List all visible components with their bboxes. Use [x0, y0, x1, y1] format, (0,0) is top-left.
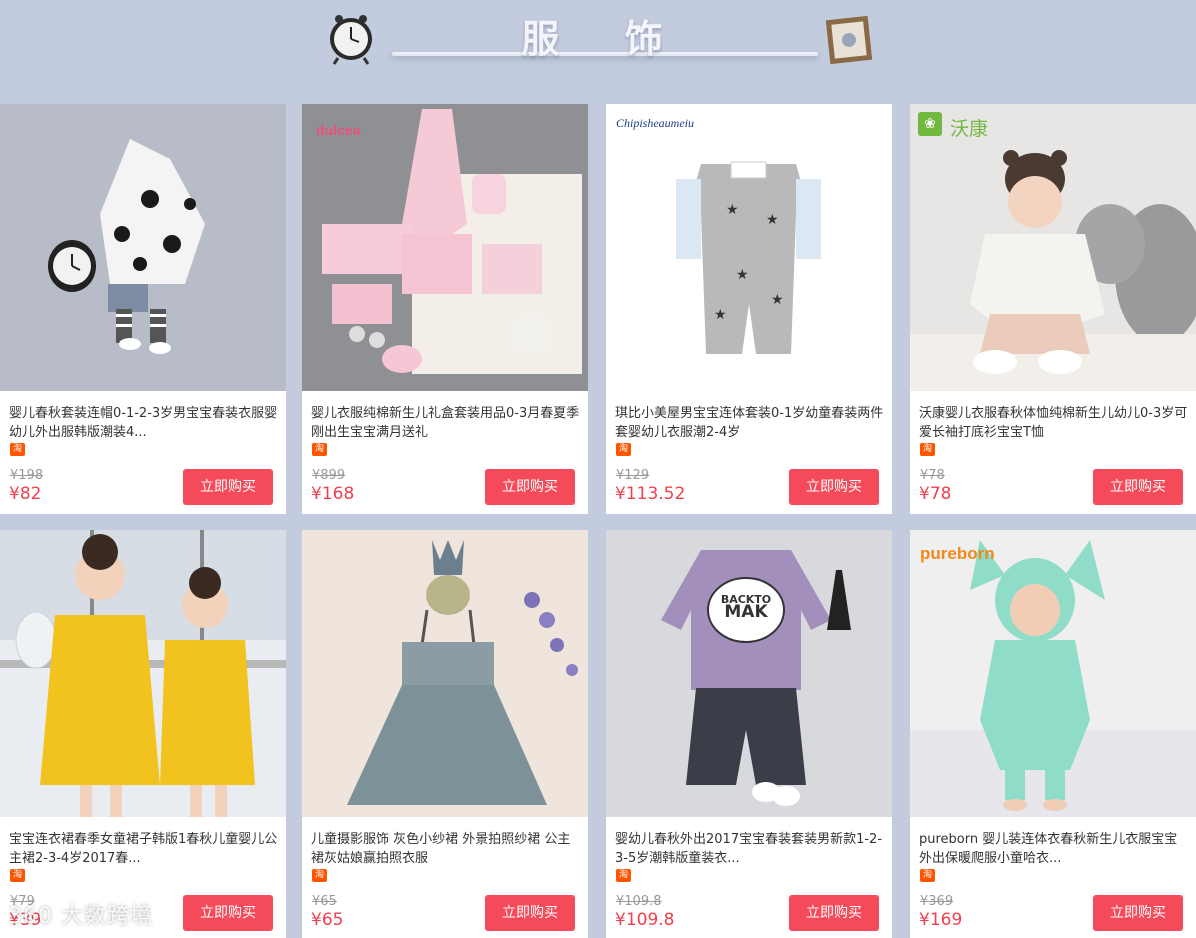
alarm-clock-decoration [326, 12, 376, 66]
original-price: ¥78 [920, 468, 945, 483]
product-image[interactable]: pureborn [910, 530, 1196, 817]
product-image[interactable]: dulcea [302, 104, 588, 391]
shirt-print-text: BACKTO MAK [720, 593, 772, 622]
svg-text:★: ★ [766, 212, 779, 228]
product-card[interactable]: ❀ 沃康 沃康婴儿衣服春秋体恤纯棉新生儿幼儿0-3岁可爱长袖打底衫宝宝T恤 淘 … [910, 104, 1196, 514]
buy-now-button[interactable]: 立即购买 [183, 895, 273, 931]
buy-now-button[interactable]: 立即购买 [1093, 895, 1183, 931]
picture-frame-decoration [824, 14, 874, 66]
product-title[interactable]: pureborn 婴儿装连体衣春秋新生儿衣服宝宝外出保暖爬服小童哈衣... [919, 830, 1189, 868]
taobao-icon: 淘 [312, 443, 327, 456]
product-title[interactable]: 儿童摄影服饰 灰色小纱裙 外景拍照纱裙 公主裙灰姑娘赢拍照衣服 [311, 830, 581, 868]
watermark: 360 大数跨境 [8, 904, 153, 929]
svg-text:★: ★ [714, 307, 727, 323]
product-card[interactable]: dulcea 婴儿衣服纯棉新生儿礼盒套装用品0-3月春夏季 刚出生宝宝满月送礼 … [302, 104, 588, 514]
buy-now-button[interactable]: 立即购买 [1093, 469, 1183, 505]
original-price: ¥65 [312, 894, 337, 909]
svg-text:★: ★ [726, 202, 739, 218]
product-title[interactable]: 婴儿衣服纯棉新生儿礼盒套装用品0-3月春夏季 刚出生宝宝满月送礼 [311, 404, 581, 442]
product-title[interactable]: 婴幼儿春秋外出2017宝宝春装套装男新款1-2-3-5岁潮韩版童装衣... [615, 830, 885, 868]
original-price: ¥109.8 [616, 894, 662, 909]
svg-text:★: ★ [736, 267, 749, 283]
product-card[interactable]: ★ ★ ★ ★ ★ Chipisheaumeiu 琪比小美屋男宝宝连体套装0-1… [606, 104, 892, 514]
product-card[interactable]: pureborn pureborn 婴儿装连体衣春秋新生儿衣服宝宝外出保暖爬服小… [910, 530, 1196, 938]
sale-price: ¥169 [919, 910, 963, 930]
buy-now-button[interactable]: 立即购买 [485, 895, 575, 931]
product-title[interactable]: 宝宝连衣裙春季女童裙子韩版1春秋儿童婴儿公主裙2-3-4岁2017春... [9, 830, 279, 868]
sale-price: ¥168 [311, 484, 355, 504]
taobao-icon: 淘 [920, 869, 935, 882]
product-image[interactable] [0, 530, 286, 817]
buy-now-button[interactable]: 立即购买 [183, 469, 273, 505]
buy-now-button[interactable]: 立即购买 [789, 469, 879, 505]
taobao-icon: 淘 [920, 443, 935, 456]
sale-price: ¥82 [9, 484, 42, 504]
brand-logo: pureborn [920, 544, 995, 563]
product-title[interactable]: 沃康婴儿衣服春秋体恤纯棉新生儿幼儿0-3岁可爱长袖打底衫宝宝T恤 [919, 404, 1189, 442]
brand-logo: Chipisheaumeiu [616, 116, 694, 130]
product-image[interactable] [302, 530, 588, 817]
leaf-icon: ❀ [918, 112, 942, 136]
original-price: ¥899 [312, 468, 346, 483]
product-card[interactable]: 儿童摄影服饰 灰色小纱裙 外景拍照纱裙 公主裙灰姑娘赢拍照衣服 淘 ¥65 ¥6… [302, 530, 588, 938]
original-price: ¥369 [920, 894, 954, 909]
buy-now-button[interactable]: 立即购买 [789, 895, 879, 931]
product-image[interactable] [0, 104, 286, 391]
taobao-icon: 淘 [616, 443, 631, 456]
buy-now-button[interactable]: 立即购买 [485, 469, 575, 505]
original-price: ¥198 [10, 468, 44, 483]
product-card[interactable]: 婴儿春秋套装连帽0-1-2-3岁男宝宝春装衣服婴幼儿外出服韩版潮装4... 淘 … [0, 104, 286, 514]
sale-price: ¥113.52 [615, 484, 686, 504]
section-header: 服 饰 [0, 0, 1196, 104]
taobao-icon: 淘 [10, 443, 25, 456]
section-title: 服 饰 [521, 17, 689, 61]
product-card[interactable]: 宝宝连衣裙春季女童裙子韩版1春秋儿童婴儿公主裙2-3-4岁2017春... 淘 … [0, 530, 286, 938]
taobao-icon: 淘 [312, 869, 327, 882]
product-image[interactable]: BACKTO MAK [606, 530, 892, 817]
original-price: ¥129 [616, 468, 650, 483]
product-title[interactable]: 婴儿春秋套装连帽0-1-2-3岁男宝宝春装衣服婴幼儿外出服韩版潮装4... [9, 404, 279, 442]
product-card[interactable]: BACKTO MAK 婴幼儿春秋外出2017宝宝春装套装男新款1-2-3-5岁潮韩… [606, 530, 892, 938]
sale-price: ¥65 [311, 910, 344, 930]
product-image[interactable]: ★ ★ ★ ★ ★ Chipisheaumeiu [606, 104, 892, 391]
svg-text:★: ★ [771, 292, 784, 308]
brand-logo: dulcea [316, 122, 361, 138]
product-image[interactable]: ❀ 沃康 [910, 104, 1196, 391]
taobao-icon: 淘 [616, 869, 631, 882]
product-title[interactable]: 琪比小美屋男宝宝连体套装0-1岁幼童春装两件套婴幼儿衣服潮2-4岁 [615, 404, 885, 442]
sale-price: ¥78 [919, 484, 952, 504]
sale-price: ¥109.8 [615, 910, 675, 930]
brand-logo: 沃康 [950, 118, 989, 140]
taobao-icon: 淘 [10, 869, 25, 882]
